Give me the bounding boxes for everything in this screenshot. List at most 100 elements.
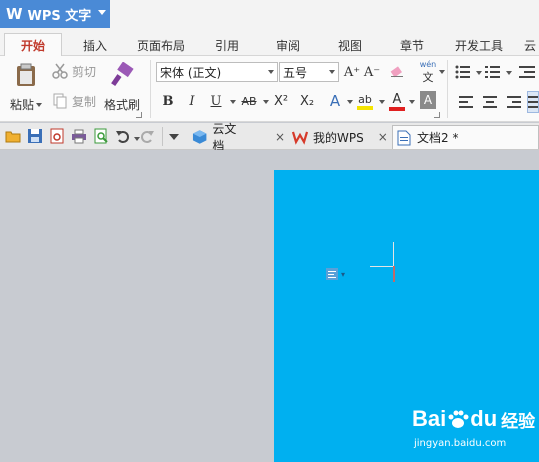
cut-label: 剪切 (72, 64, 97, 79)
copy-label: 复制 (72, 94, 97, 109)
align-left-button[interactable] (457, 93, 475, 111)
tab-review[interactable]: 审阅 (266, 34, 310, 56)
chevron-down-icon[interactable] (476, 71, 482, 75)
tab-insert[interactable]: 插入 (70, 34, 120, 56)
format-painter-button[interactable]: 格式刷 (103, 62, 141, 118)
jingyan-label: 经验 (501, 411, 536, 432)
app-menu-button[interactable]: W WPS 文字 (0, 0, 110, 28)
separator (447, 60, 448, 118)
shrink-font-button[interactable]: A⁻ (364, 63, 380, 81)
page-margin-mark (393, 242, 394, 266)
doc-tab-my-wps[interactable]: 我的WPS × (290, 125, 388, 149)
font-dialog-launcher[interactable] (434, 112, 440, 118)
separator (162, 127, 163, 146)
chevron-down-icon[interactable] (379, 100, 385, 104)
chevron-down-icon[interactable] (230, 100, 236, 104)
align-center-icon (483, 96, 497, 108)
paste-button[interactable]: 粘贴 (8, 62, 44, 118)
indent-button[interactable] (518, 63, 536, 81)
document-icon (397, 130, 411, 145)
chevron-down-icon: ▾ (341, 269, 346, 279)
font-color-button[interactable]: A (388, 89, 406, 113)
clear-format-button[interactable] (388, 62, 406, 82)
cut-button[interactable]: 剪切 (52, 62, 96, 80)
char-shading-button[interactable]: A (420, 91, 436, 109)
paste-options-button[interactable]: ▾ (325, 267, 345, 281)
tab-references[interactable]: 引用 (205, 34, 249, 56)
strikethrough-button[interactable]: AB (238, 91, 260, 111)
close-icon[interactable]: × (275, 130, 285, 144)
close-icon[interactable]: × (378, 130, 388, 144)
format-painter-icon (111, 62, 134, 87)
chevron-down-icon (36, 102, 42, 107)
chevron-down-icon[interactable] (263, 100, 269, 104)
separator (150, 60, 151, 118)
justify-button[interactable] (527, 91, 539, 113)
numbering-button[interactable] (484, 63, 502, 81)
print-icon[interactable] (71, 128, 87, 144)
align-right-icon (507, 96, 521, 108)
eraser-icon (390, 66, 403, 78)
chevron-down-icon[interactable] (506, 71, 512, 75)
tab-developer[interactable]: 开发工具 (450, 34, 508, 56)
tab-view[interactable]: 视图 (328, 34, 372, 56)
phonetic-guide-button[interactable]: wén 文 (414, 60, 442, 84)
indent-icon (519, 66, 535, 78)
copy-button[interactable]: 复制 (52, 92, 96, 110)
bold-button[interactable]: B (160, 91, 176, 111)
cloud-doc-icon (192, 130, 207, 144)
doc-tab-document2[interactable]: 文档2 * (392, 125, 539, 149)
clipboard-dialog-launcher[interactable] (136, 112, 142, 118)
print-preview-icon[interactable] (93, 128, 109, 144)
format-painter-label: 格式刷 (103, 98, 140, 112)
baidu-logo-suffix: du (470, 406, 498, 431)
doc-tab-cloud[interactable]: 云文档 × (190, 122, 285, 153)
align-center-button[interactable] (481, 93, 499, 111)
quick-access-toolbar: 云文档 × 我的WPS × 文档2 * (0, 122, 539, 153)
open-folder-icon[interactable] (5, 128, 21, 144)
phonetic-char: 文 (422, 70, 434, 84)
bullet-list-icon (455, 65, 470, 79)
chevron-down-icon (329, 70, 335, 74)
font-size-value: 五号 (283, 65, 308, 80)
align-justify-icon (528, 96, 538, 108)
paw-icon (448, 410, 469, 428)
highlight-swatch (357, 105, 373, 110)
chevron-down-icon[interactable] (439, 70, 445, 74)
page-margin-mark (370, 266, 394, 267)
align-right-button[interactable] (505, 93, 523, 111)
chevron-down-icon[interactable] (169, 134, 179, 140)
chevron-down-icon[interactable] (347, 100, 353, 104)
superscript-button[interactable]: X² (271, 91, 291, 111)
undo-icon[interactable] (115, 128, 131, 144)
wps-logo-icon (292, 131, 308, 145)
align-left-icon (459, 96, 473, 108)
font-size-select[interactable]: 五号 (279, 62, 339, 82)
tab-page-layout[interactable]: 页面布局 (130, 34, 192, 56)
tab-sections[interactable]: 章节 (390, 34, 434, 56)
tab-cloud[interactable]: 云 (520, 34, 539, 56)
underline-button[interactable]: U (208, 91, 224, 111)
paste-label: 粘贴 (9, 98, 34, 112)
text-effect-button[interactable]: A (326, 91, 344, 111)
ribbon-home: 粘贴 剪切 复制 格式刷 宋体 (正文) 五号 A⁺ A⁻ wén 文 B I … (0, 56, 539, 122)
chevron-down-icon[interactable] (409, 100, 415, 104)
scissors-icon (52, 63, 68, 79)
baidu-jingyan-watermark: Bai du 经验 jingyan.baidu.com (412, 404, 537, 460)
subscript-button[interactable]: X₂ (297, 91, 317, 111)
tab-home[interactable]: 开始 (4, 33, 62, 57)
paste-options-icon (326, 268, 338, 280)
bullets-button[interactable] (454, 63, 472, 81)
italic-button[interactable]: I (184, 91, 200, 111)
grow-font-button[interactable]: A⁺ (344, 63, 360, 81)
watermark-url: jingyan.baidu.com (414, 438, 507, 449)
doc-tab-label: 我的WPS (313, 130, 364, 145)
export-pdf-icon[interactable] (49, 128, 65, 144)
save-icon[interactable] (27, 128, 43, 144)
copy-icon (53, 93, 67, 109)
chevron-down-icon (268, 70, 274, 74)
redo-icon[interactable] (139, 128, 155, 144)
clipboard-icon (17, 63, 35, 86)
font-name-select[interactable]: 宋体 (正文) (156, 62, 278, 82)
highlight-button[interactable]: ab (355, 89, 375, 113)
